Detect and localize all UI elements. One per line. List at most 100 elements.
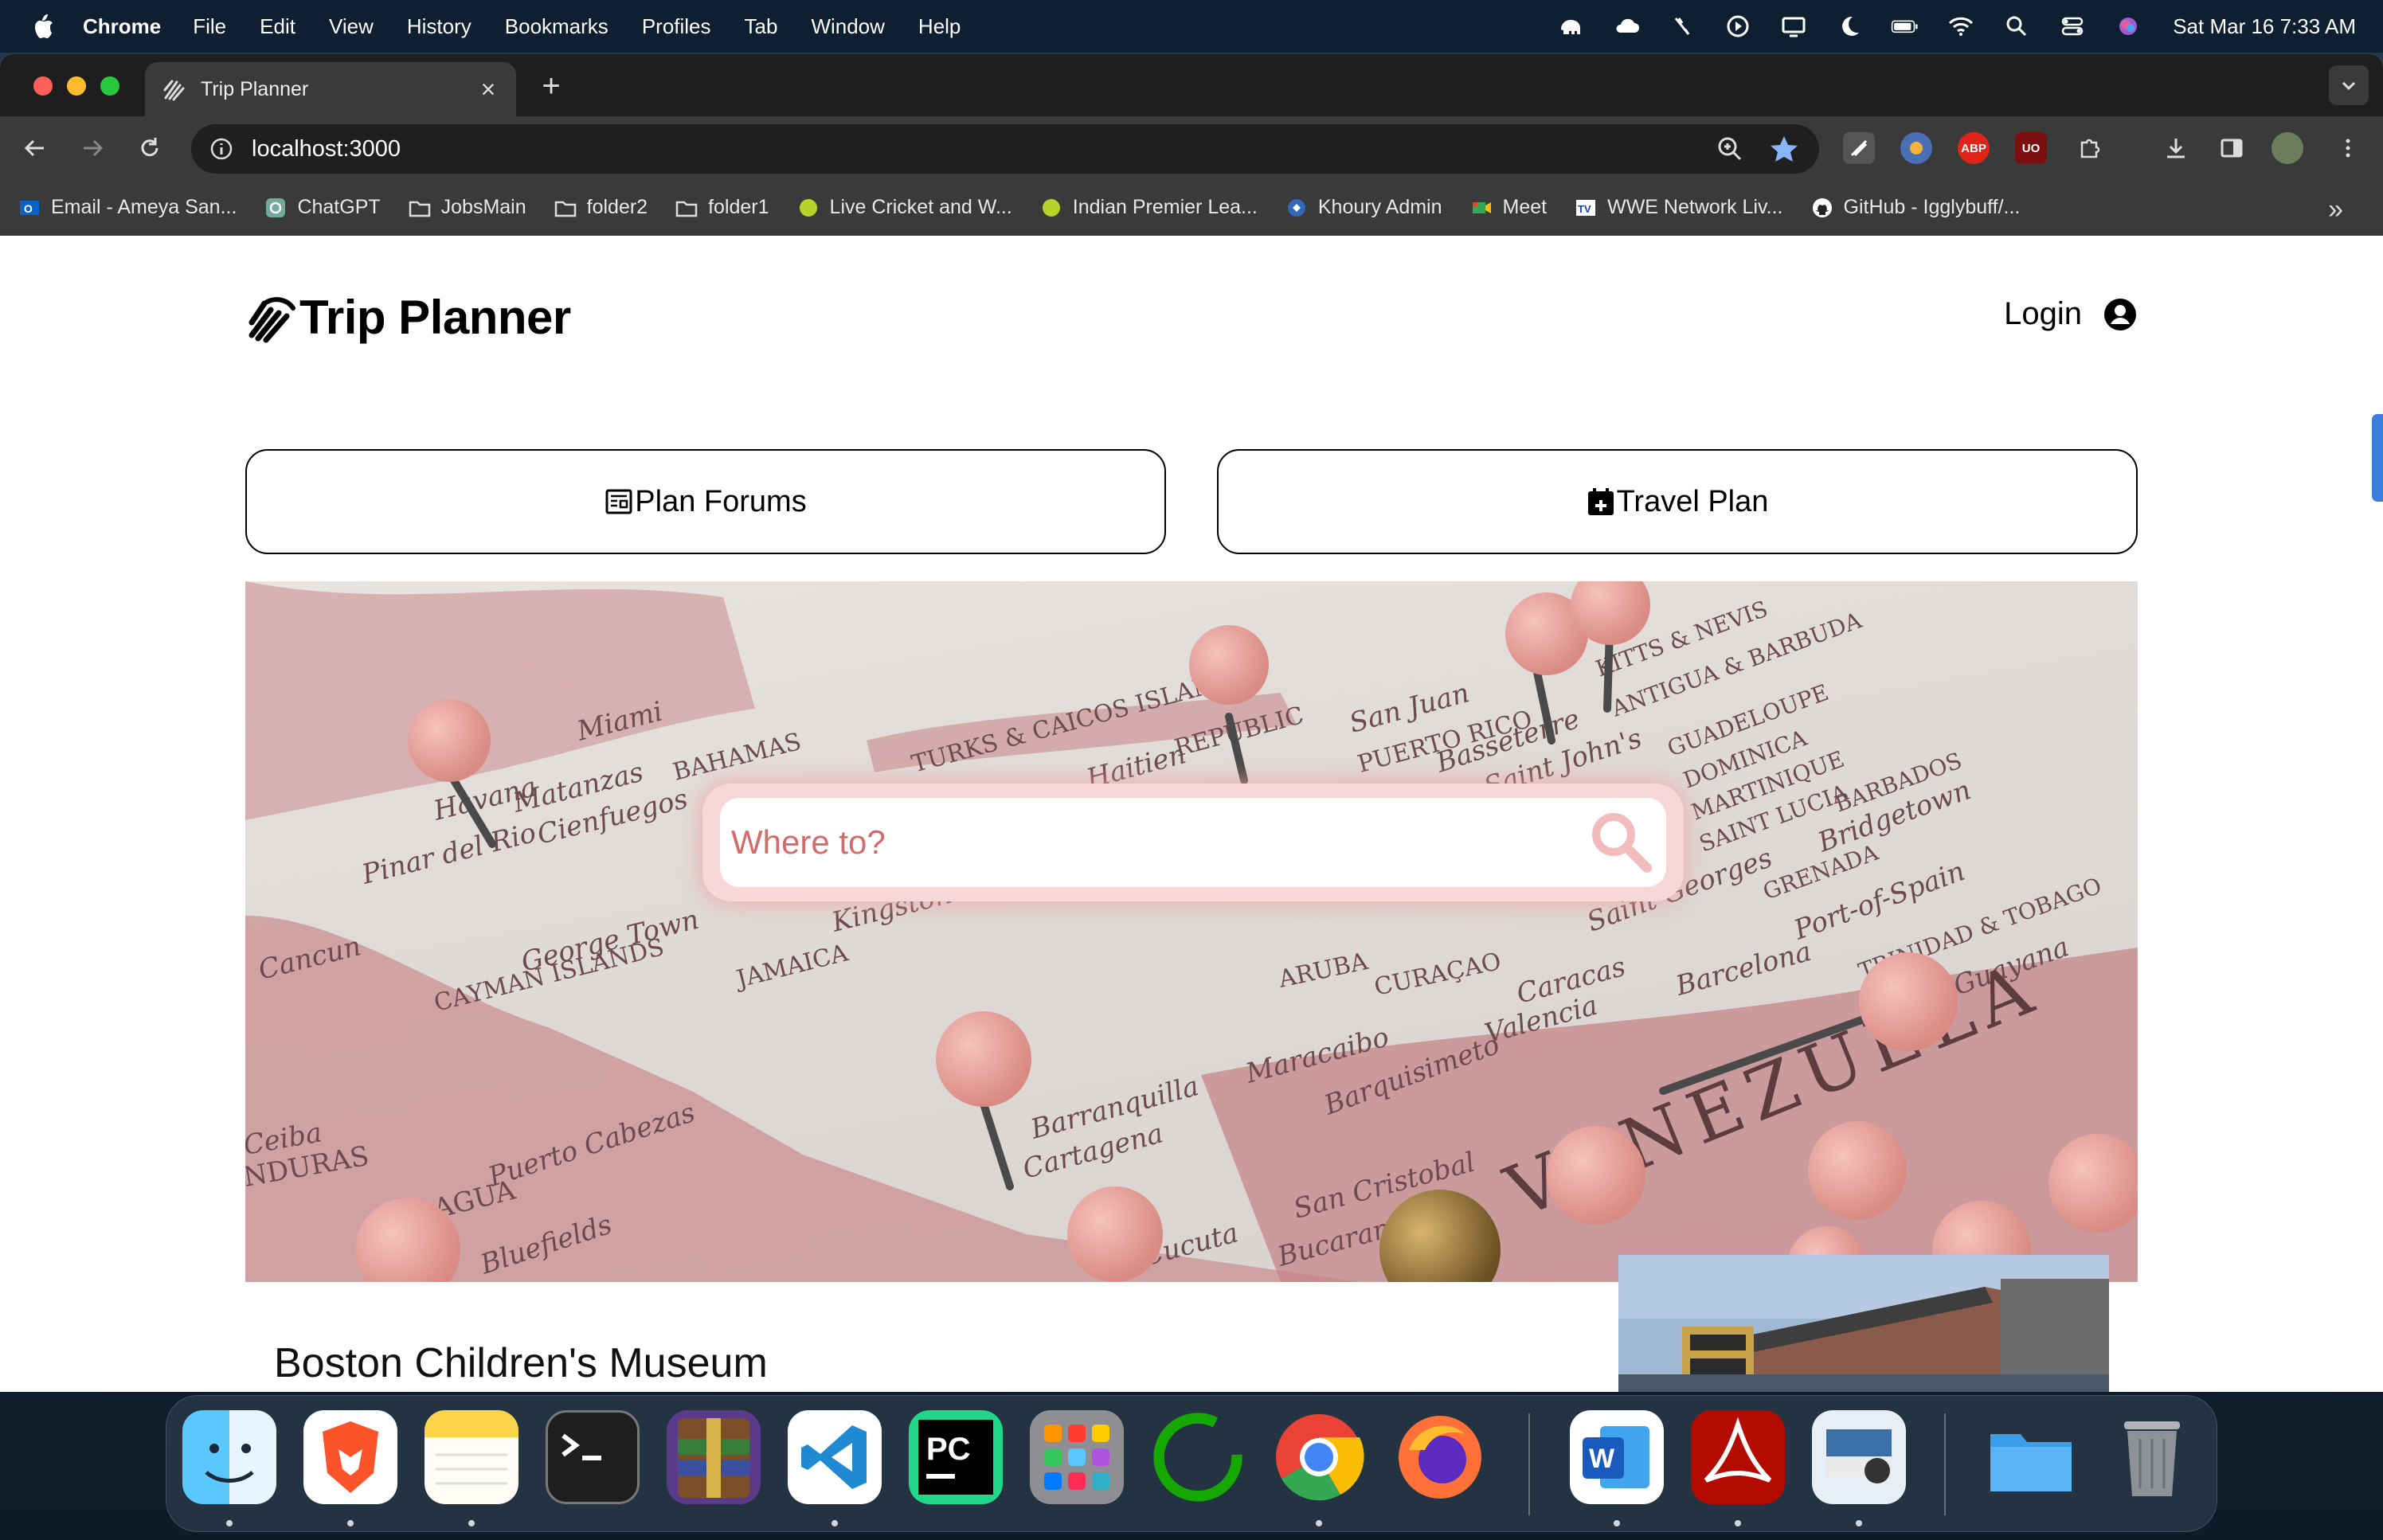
battery-icon[interactable] [1889, 10, 1921, 42]
attraction-card-image[interactable] [1618, 1255, 2109, 1392]
menu-window[interactable]: Window [811, 14, 884, 39]
ublock-origin-icon[interactable]: UO [2015, 132, 2047, 164]
github-icon [1810, 196, 1834, 220]
play-circle-icon[interactable] [1722, 10, 1754, 42]
bookmark-folder-jobsmain[interactable]: JobsMain [408, 196, 526, 220]
menu-profiles[interactable]: Profiles [642, 14, 711, 39]
page-scrollbar[interactable] [2372, 414, 2383, 502]
menu-view[interactable]: View [329, 14, 374, 39]
bookmark-live-cricket[interactable]: Live Cricket and W... [796, 196, 1012, 220]
downloads-icon[interactable] [2160, 132, 2192, 164]
status-area: Sat Mar 16 7:33 AM [1555, 0, 2356, 53]
bookmark-label: Khoury Admin [1317, 196, 1442, 218]
extensions-puzzle-icon[interactable] [2074, 132, 2106, 164]
dock-upwork-icon[interactable] [1151, 1410, 1245, 1504]
tab-strip: Trip Planner × + [0, 54, 2383, 116]
menu-app-name[interactable]: Chrome [83, 14, 161, 39]
dock-word-icon[interactable]: W [1570, 1410, 1664, 1504]
moon-icon[interactable] [1833, 10, 1865, 42]
bookmark-chatgpt[interactable]: ChatGPT [264, 196, 381, 220]
cloud-icon[interactable] [1610, 10, 1642, 42]
menu-edit[interactable]: Edit [260, 14, 295, 39]
travel-plan-button[interactable]: Travel Plan [1217, 449, 2138, 554]
zoom-window-button[interactable] [100, 76, 119, 96]
bookmark-wwe[interactable]: TV WWE Network Liv... [1574, 196, 1783, 220]
bookmark-folder-folder1[interactable]: folder1 [675, 196, 769, 220]
chrome-menu-icon[interactable] [2332, 132, 2364, 164]
plan-forums-button[interactable]: Plan Forums [245, 449, 1166, 554]
dock-notes-icon[interactable] [425, 1410, 518, 1504]
forward-button[interactable] [73, 129, 112, 167]
wifi-icon[interactable] [1945, 10, 1977, 42]
bookmark-meet[interactable]: Meet [1469, 196, 1547, 220]
dock-running-indicator [832, 1520, 838, 1526]
login-label: Login [2004, 296, 2082, 331]
trip-planner-favicon-icon [163, 80, 185, 101]
dock-preview-icon[interactable] [1812, 1410, 1906, 1504]
minimize-window-button[interactable] [67, 76, 86, 96]
dock-folder-icon[interactable] [1984, 1410, 2078, 1504]
tab-trip-planner[interactable]: Trip Planner × [145, 62, 516, 116]
menu-history[interactable]: History [407, 14, 472, 39]
dock-unrar-icon[interactable] [667, 1410, 761, 1504]
tab-search-button[interactable] [2329, 65, 2369, 105]
reload-button[interactable] [131, 129, 169, 167]
bookmark-ipl[interactable]: Indian Premier Lea... [1039, 196, 1258, 220]
display-icon[interactable] [1778, 10, 1810, 42]
bookmarks-overflow-icon[interactable]: » [2328, 194, 2343, 225]
address-bar[interactable]: localhost:3000 [191, 124, 1819, 174]
apple-icon[interactable] [32, 13, 54, 40]
bookmark-star-icon[interactable] [1768, 133, 1800, 165]
dock-acrobat-icon[interactable] [1691, 1410, 1785, 1504]
elephant-icon[interactable] [1555, 10, 1587, 42]
side-panel-icon[interactable] [2216, 132, 2248, 164]
dock-terminal-icon[interactable] [546, 1410, 640, 1504]
slash-icon[interactable] [1666, 10, 1698, 42]
bookmark-label: Live Cricket and W... [829, 196, 1012, 218]
siri-icon[interactable] [2112, 10, 2144, 42]
dock-separator [1944, 1413, 1946, 1515]
dock-trash-icon[interactable] [2105, 1410, 2199, 1504]
dock-launchpad-icon[interactable] [1030, 1410, 1124, 1504]
dock-separator [1528, 1413, 1530, 1515]
adblock-plus-icon[interactable]: ABP [1958, 132, 1990, 164]
zoom-icon[interactable] [1714, 133, 1746, 165]
menubar-clock[interactable]: Sat Mar 16 7:33 AM [2173, 14, 2356, 39]
dock-firefox-icon[interactable] [1393, 1410, 1487, 1504]
folder-icon [408, 196, 432, 220]
dock-brave-icon[interactable] [303, 1410, 397, 1504]
bookmark-khoury-admin[interactable]: Khoury Admin [1285, 196, 1442, 220]
site-logo[interactable]: Trip Planner [247, 290, 571, 345]
back-button[interactable] [16, 129, 54, 167]
cricket-ball-icon [796, 196, 820, 220]
hero-map-image: TURKS & CAICOS ISLANDS BAHAMAS Miami Hav… [245, 581, 2138, 1282]
bookmark-folder-folder2[interactable]: folder2 [554, 196, 648, 220]
search-placeholder: Where to? [731, 823, 886, 861]
dock-running-indicator [347, 1520, 354, 1526]
tab-title: Trip Planner [201, 77, 309, 100]
dock-finder-icon[interactable] [182, 1410, 276, 1504]
menu-file[interactable]: File [193, 14, 226, 39]
profile-avatar[interactable] [2271, 132, 2303, 164]
close-tab-icon[interactable]: × [478, 76, 499, 102]
destination-search-input[interactable]: Where to? [720, 798, 1666, 887]
extension-globe-icon[interactable] [1900, 132, 1932, 164]
menu-bookmarks[interactable]: Bookmarks [505, 14, 608, 39]
dock-vscode-icon[interactable] [788, 1410, 882, 1504]
attraction-card-title[interactable]: Boston Children's Museum [274, 1339, 768, 1387]
extension-notes-icon[interactable] [1843, 132, 1875, 164]
bookmark-email[interactable]: O Email - Ameya San... [18, 196, 237, 220]
control-center-icon[interactable] [2056, 10, 2088, 42]
spotlight-search-icon[interactable] [2001, 10, 2033, 42]
dock-chrome-icon[interactable] [1272, 1410, 1366, 1504]
search-icon[interactable] [1582, 803, 1661, 882]
menu-tab[interactable]: Tab [745, 14, 778, 39]
menu-help[interactable]: Help [918, 14, 961, 39]
login-link[interactable]: Login [2004, 296, 2138, 332]
site-info-icon[interactable] [209, 136, 234, 162]
bookmark-github[interactable]: GitHub - Igglybuff/... [1810, 196, 2020, 220]
dock-pycharm-icon[interactable]: PC [909, 1410, 1003, 1504]
new-tab-button[interactable]: + [534, 68, 569, 104]
close-window-button[interactable] [33, 76, 53, 96]
dock-running-indicator [226, 1520, 233, 1526]
